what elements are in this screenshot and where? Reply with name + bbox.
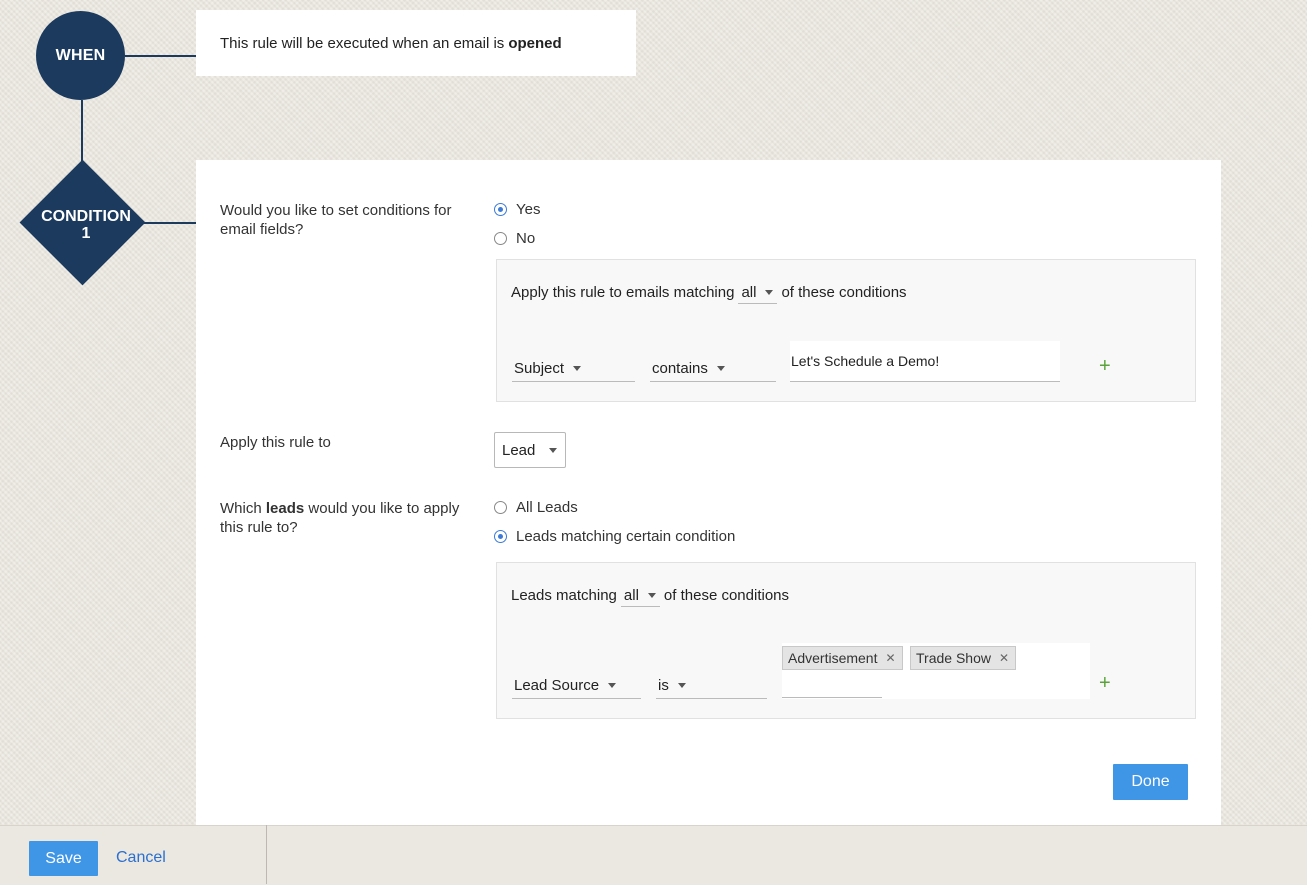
- condition-node-number: 1: [81, 225, 91, 242]
- email-field-select[interactable]: Subject: [512, 360, 635, 382]
- footer-divider: [266, 825, 267, 884]
- email-value-text: Let's Schedule a Demo!: [791, 353, 940, 369]
- radio-no[interactable]: No: [494, 230, 535, 247]
- lead-match-mode-value: all: [623, 587, 639, 604]
- when-description-box: This rule will be executed when an email…: [196, 10, 636, 76]
- lead-scope-question-bold: leads: [265, 500, 305, 517]
- lead-operator-value: is: [658, 676, 669, 694]
- condition-node-title: CONDITION: [41, 208, 131, 225]
- radio-all-leads-label: All Leads: [516, 499, 578, 516]
- chevron-down-icon: [647, 593, 656, 598]
- tag-trade-show: Trade Show ✕: [910, 646, 1017, 670]
- lead-field-select[interactable]: Lead Source: [512, 677, 641, 699]
- radio-leads-matching-label: Leads matching certain condition: [516, 528, 736, 545]
- lead-scope-question: Which leads would you like to apply this…: [220, 499, 475, 537]
- email-match-mode-value: all: [741, 284, 757, 301]
- lead-field-value: Lead Source: [514, 676, 600, 694]
- lead-scope-question-prefix: Which: [220, 500, 262, 517]
- chevron-down-icon: [677, 682, 686, 688]
- tag-trade-show-label: Trade Show: [916, 650, 991, 666]
- email-field-value: Subject: [514, 359, 565, 377]
- footer-bar: [0, 825, 1307, 885]
- email-match-prefix: Apply this rule to emails matching: [511, 283, 735, 301]
- chevron-down-icon: [716, 365, 725, 371]
- radio-leads-matching[interactable]: Leads matching certain condition: [494, 528, 735, 545]
- close-icon[interactable]: ✕: [999, 651, 1009, 665]
- radio-all-leads[interactable]: All Leads: [494, 499, 578, 516]
- when-description: This rule will be executed when an email…: [220, 34, 505, 52]
- radio-yes[interactable]: Yes: [494, 201, 540, 218]
- email-match-line: Apply this rule to emails matching all o…: [511, 280, 907, 304]
- tag-input-underline: [782, 697, 882, 698]
- apply-rule-label: Apply this rule to: [220, 434, 331, 451]
- when-node-label: WHEN: [55, 46, 106, 64]
- email-operator-select[interactable]: contains: [650, 360, 776, 382]
- radio-yes-indicator[interactable]: [494, 203, 507, 216]
- lead-match-mode-select[interactable]: all: [620, 587, 660, 607]
- lead-match-line: Leads matching all of these conditions: [511, 583, 789, 607]
- save-button[interactable]: Save: [29, 841, 98, 876]
- chevron-down-icon: [573, 365, 582, 371]
- module-select[interactable]: Lead: [494, 432, 566, 468]
- email-match-suffix: of these conditions: [781, 283, 907, 301]
- done-button[interactable]: Done: [1113, 764, 1188, 800]
- flow-connector: [81, 100, 83, 162]
- when-event: opened: [508, 34, 562, 52]
- lead-match-suffix: of these conditions: [663, 586, 790, 604]
- tag-advertisement: Advertisement ✕: [782, 646, 903, 670]
- radio-leads-matching-indicator[interactable]: [494, 530, 507, 543]
- email-match-mode-select[interactable]: all: [738, 284, 778, 304]
- close-icon[interactable]: ✕: [885, 651, 895, 665]
- chevron-down-icon: [608, 682, 617, 688]
- chevron-down-icon: [765, 290, 774, 295]
- when-node: WHEN: [36, 11, 125, 100]
- radio-all-leads-indicator[interactable]: [494, 501, 507, 514]
- radio-yes-label: Yes: [516, 201, 541, 218]
- email-value-input[interactable]: Let's Schedule a Demo!: [790, 341, 1060, 382]
- when-connector: [125, 55, 197, 57]
- tag-advertisement-label: Advertisement: [788, 650, 878, 666]
- add-lead-condition-icon[interactable]: +: [1099, 673, 1111, 693]
- chevron-down-icon: [549, 447, 558, 453]
- lead-match-prefix: Leads matching: [511, 586, 617, 604]
- module-value: Lead: [502, 441, 536, 459]
- email-operator-value: contains: [652, 359, 708, 377]
- lead-operator-select[interactable]: is: [656, 677, 767, 699]
- add-email-condition-icon[interactable]: +: [1099, 356, 1111, 376]
- condition-node-label: CONDITION 1: [20, 200, 152, 250]
- radio-no-indicator[interactable]: [494, 232, 507, 245]
- email-conditions-question: Would you like to set conditions for ema…: [220, 202, 452, 238]
- cancel-link[interactable]: Cancel: [116, 849, 166, 867]
- radio-no-label: No: [516, 230, 536, 247]
